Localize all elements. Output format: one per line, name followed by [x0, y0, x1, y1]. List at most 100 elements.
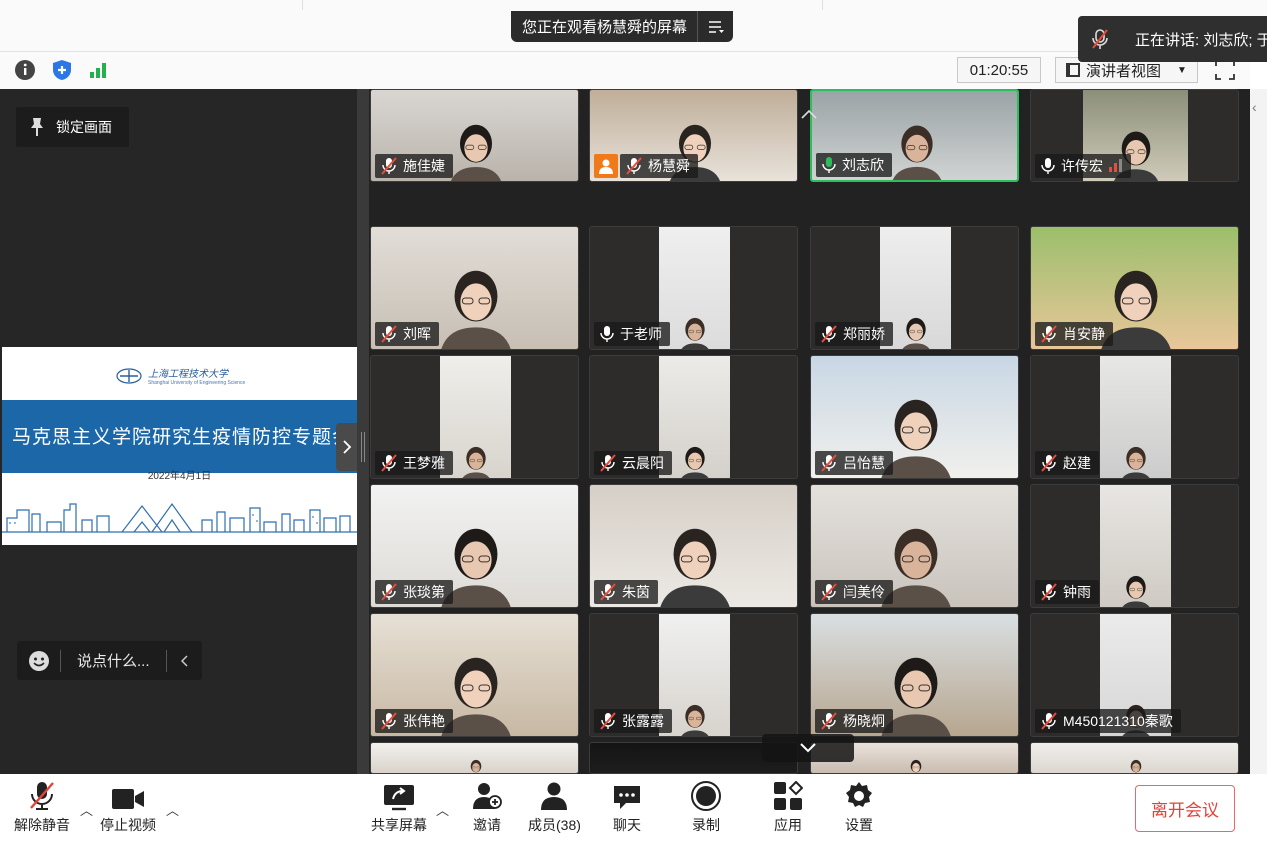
info-icon[interactable]	[13, 58, 37, 82]
mic-muted-icon	[600, 583, 616, 601]
participant-tile[interactable]: 施佳婕	[370, 89, 579, 182]
scroll-up-icon[interactable]	[794, 104, 824, 124]
participant-tile[interactable]: 张伟艳	[370, 613, 579, 737]
mic-muted-icon	[821, 712, 837, 730]
settings-button[interactable]: 设置	[844, 781, 874, 835]
participant-tile[interactable]: 张琰第	[370, 484, 579, 608]
participant-tile[interactable]: 杨慧舜	[589, 89, 798, 182]
participant-tile[interactable]: 王梦雅	[370, 355, 579, 479]
participant-tile[interactable]: 赵建	[1030, 355, 1239, 479]
participant-name: 张琰第	[403, 584, 445, 600]
participant-tile[interactable]: 刘晖	[370, 226, 579, 350]
university-logo: 上海工程技术大学 Shanghai University of Engineer…	[116, 365, 245, 386]
chat-button[interactable]: 聊天	[612, 781, 642, 835]
apps-button[interactable]: 应用	[773, 781, 803, 835]
participant-name: 闫美伶	[843, 584, 885, 600]
participant-tile[interactable]: 郑丽娇	[810, 226, 1019, 350]
participant-tile[interactable]: 吕怡慧	[810, 355, 1019, 479]
lock-view-label: 锁定画面	[56, 119, 112, 135]
record-label: 录制	[692, 817, 720, 833]
share-banner-text: 您正在观看杨慧舜的屏幕	[522, 19, 688, 36]
participant-tile[interactable]: 许传宏	[1030, 89, 1239, 182]
mic-muted-icon	[29, 781, 55, 811]
participant-name: 张伟艳	[403, 713, 445, 729]
stop-video-button[interactable]: 停止视频	[100, 781, 156, 835]
participant-tile[interactable]: 张露露	[589, 613, 798, 737]
network-signal-icon[interactable]	[86, 58, 110, 82]
participant-tile[interactable]: 朱茵	[589, 484, 798, 608]
participant-name: 肖安静	[1063, 326, 1105, 342]
chat-input-box[interactable]: 说点什么...	[17, 641, 202, 680]
chat-bubble-icon	[612, 781, 642, 811]
apps-grid-icon	[773, 781, 803, 811]
participant-silhouette	[470, 759, 481, 773]
lock-view-button[interactable]: 锁定画面	[16, 107, 129, 147]
participant-tile[interactable]: 杨晓炯	[810, 613, 1019, 737]
participant-silhouette	[1130, 759, 1141, 773]
participant-nameplate: 肖安静	[1035, 322, 1113, 346]
mic-muted-icon	[1041, 325, 1057, 343]
mic-muted-icon	[1041, 583, 1057, 601]
slide-title-band: 马克思主义学院研究生疫情防控专题会	[2, 400, 357, 473]
participant-silhouette	[1122, 576, 1149, 607]
settings-label: 设置	[845, 817, 873, 833]
members-button[interactable]: 成员(38)	[528, 781, 581, 835]
panel-splitter[interactable]	[357, 89, 369, 774]
mic-muted-icon	[381, 325, 397, 343]
slide-title: 马克思主义学院研究生疫情防控专题会	[12, 426, 353, 448]
participant-name: 郑丽娇	[843, 326, 885, 342]
chevron-left-icon[interactable]	[166, 649, 202, 672]
participant-silhouette	[681, 705, 708, 736]
audio-options-caret-icon[interactable]: ︿	[80, 800, 93, 819]
participant-tile[interactable]	[370, 742, 579, 774]
participant-tile[interactable]: 云晨阳	[589, 355, 798, 479]
mic-muted-icon	[381, 157, 397, 175]
participant-video	[371, 743, 578, 773]
security-shield-icon[interactable]	[50, 58, 74, 82]
share-screen-icon	[383, 781, 415, 811]
participant-nameplate: 张伟艳	[375, 709, 453, 733]
participant-name: 钟雨	[1063, 584, 1091, 600]
participant-name: 王梦雅	[403, 455, 445, 471]
participant-video	[1100, 356, 1171, 478]
participant-name: 杨慧舜	[648, 158, 690, 174]
participant-tile[interactable]: 钟雨	[1030, 484, 1239, 608]
scroll-down-button[interactable]	[762, 734, 854, 762]
screen-share-banner[interactable]: 您正在观看杨慧舜的屏幕	[511, 11, 734, 42]
tab-segment	[0, 0, 303, 10]
share-options-caret-icon[interactable]: ︿	[436, 800, 449, 819]
speaking-text: 正在讲话: 刘志欣; 于	[1135, 31, 1267, 49]
chevron-left-icon[interactable]: ‹	[1252, 99, 1257, 115]
participant-tile[interactable]: M450121310秦歌	[1030, 613, 1239, 737]
unmute-button[interactable]: 解除静音	[14, 781, 70, 835]
participant-nameplate: 于老师	[594, 322, 670, 346]
participant-video	[1031, 743, 1238, 773]
participant-nameplate: 施佳婕	[375, 154, 453, 178]
participant-tile[interactable]: 于老师	[589, 226, 798, 350]
participant-tile[interactable]: 肖安静	[1030, 226, 1239, 350]
video-options-caret-icon[interactable]: ︿	[166, 800, 179, 819]
share-screen-button[interactable]: 共享屏幕	[371, 781, 427, 835]
video-camera-icon	[111, 781, 145, 811]
share-screen-label: 共享屏幕	[371, 817, 427, 833]
leave-meeting-button[interactable]: 离开会议	[1135, 785, 1235, 832]
participant-nameplate: 张露露	[594, 709, 672, 733]
participant-silhouette	[681, 318, 708, 349]
participant-tile[interactable]: 闫美伶	[810, 484, 1019, 608]
emoji-icon[interactable]	[17, 649, 61, 672]
participant-tile[interactable]	[1030, 742, 1239, 774]
share-menu-icon[interactable]	[697, 11, 733, 42]
participant-nameplate: 朱茵	[594, 580, 658, 604]
mic-muted-icon	[821, 583, 837, 601]
mic-icon	[600, 325, 614, 343]
invite-button[interactable]: 邀请	[471, 781, 503, 835]
participant-tile[interactable]: 刘志欣	[810, 89, 1019, 182]
university-name-en: Shanghai University of Engineering Scien…	[148, 380, 246, 386]
record-button[interactable]: 录制	[690, 781, 722, 835]
add-user-icon	[471, 781, 503, 811]
signal-weak-icon	[1109, 158, 1123, 175]
collapse-panel-handle[interactable]	[336, 423, 358, 471]
presentation-slide: 上海工程技术大学 Shanghai University of Engineer…	[2, 347, 357, 545]
mic-muted-icon	[381, 712, 397, 730]
participant-name: 刘晖	[403, 326, 431, 342]
